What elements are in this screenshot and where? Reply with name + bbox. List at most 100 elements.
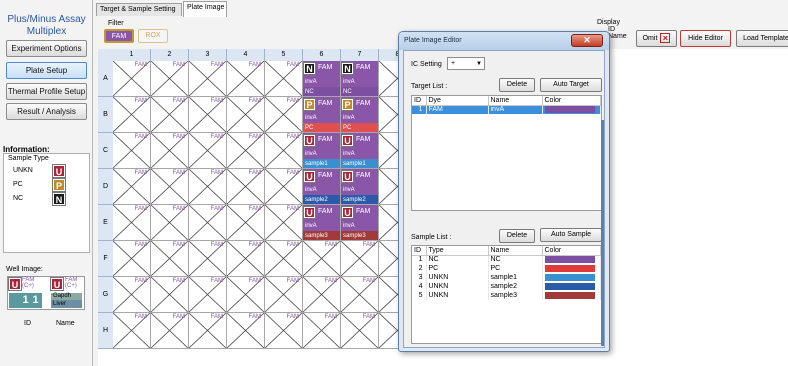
plate-well[interactable]: FAM <box>189 97 227 133</box>
plate-well[interactable]: FAM <box>113 97 151 133</box>
plate-well[interactable]: FAM <box>265 277 303 313</box>
plate-well[interactable]: FAM <box>113 169 151 205</box>
dialog-titlebar[interactable]: Plate Image Editor ✕ <box>399 32 609 50</box>
plate-well[interactable]: FAM <box>113 61 151 97</box>
plate-well[interactable]: FAM <box>341 277 379 313</box>
filter-fam-button[interactable]: FAM <box>104 29 134 43</box>
plate-well[interactable]: FAM <box>151 133 189 169</box>
column-header[interactable]: 4 <box>227 49 265 61</box>
plate-well[interactable]: FAM <box>151 61 189 97</box>
sample-color-cell[interactable] <box>542 291 601 300</box>
column-header[interactable]: 2 <box>151 49 189 61</box>
plate-well[interactable]: FAM <box>303 313 341 349</box>
row-header[interactable]: E <box>98 205 113 241</box>
table-row[interactable]: 4 UNKN sample2 <box>412 282 601 291</box>
plate-well[interactable]: FAM <box>151 277 189 313</box>
plate-well[interactable]: FAM <box>265 61 303 97</box>
plate-well[interactable]: N FAM invA NC <box>303 61 341 97</box>
plate-well[interactable]: FAM <box>151 205 189 241</box>
column-header[interactable]: 3 <box>189 49 227 61</box>
target-header-name[interactable]: Name <box>488 96 543 106</box>
plate-well[interactable]: U FAM invA sample2 <box>303 169 341 205</box>
sample-color-cell[interactable] <box>542 273 601 282</box>
plate-well[interactable]: FAM <box>113 241 151 277</box>
plate-well[interactable]: FAM <box>265 241 303 277</box>
plate-well[interactable]: FAM <box>151 241 189 277</box>
table-row[interactable]: 1 FAM invA <box>412 105 601 114</box>
row-header[interactable]: B <box>98 97 113 133</box>
dialog-scrollbar[interactable] <box>601 120 604 346</box>
plate-well[interactable]: U FAM invA sample1 <box>341 133 379 169</box>
nav-experiment-options-button[interactable]: Experiment Options <box>6 40 87 57</box>
sample-header-id[interactable]: ID <box>412 246 427 256</box>
tab-plate-image[interactable]: Plate Image <box>183 1 227 17</box>
column-header[interactable]: 7 <box>341 49 379 61</box>
table-row[interactable]: 1 NC NC <box>412 255 601 264</box>
plate-well[interactable]: FAM <box>189 313 227 349</box>
plate-well[interactable]: FAM <box>227 169 265 205</box>
target-delete-button[interactable]: Delete <box>499 78 535 92</box>
sample-list-table[interactable]: ID Type Name Color 1 NC NC 2 PC PC 3 UNKN sample… <box>411 245 602 344</box>
plate-well[interactable]: FAM <box>227 61 265 97</box>
target-color-cell[interactable] <box>542 105 601 114</box>
omit-button[interactable]: Omit × <box>636 30 677 47</box>
plate-well[interactable]: N FAM invA NC <box>341 61 379 97</box>
plate-well[interactable]: FAM <box>341 313 379 349</box>
target-header-dye[interactable]: Dye <box>426 96 489 106</box>
sample-header-name[interactable]: Name <box>488 246 543 256</box>
plate-well[interactable]: FAM <box>151 169 189 205</box>
plate-well[interactable]: FAM <box>265 97 303 133</box>
row-header[interactable]: C <box>98 133 113 169</box>
plate-well[interactable]: FAM <box>189 133 227 169</box>
plate-well[interactable]: FAM <box>113 205 151 241</box>
close-icon[interactable]: ✕ <box>571 34 603 47</box>
plate-well[interactable]: FAM <box>227 97 265 133</box>
plate-well[interactable]: U FAM invA sample1 <box>303 133 341 169</box>
plate-well[interactable]: FAM <box>265 313 303 349</box>
plate-well[interactable]: FAM <box>227 241 265 277</box>
plate-well[interactable]: FAM <box>341 241 379 277</box>
plate-well[interactable]: FAM <box>189 241 227 277</box>
auto-target-button[interactable]: Auto Target <box>540 78 602 92</box>
plate-well[interactable]: FAM <box>113 133 151 169</box>
plate-well[interactable]: FAM <box>227 133 265 169</box>
table-row[interactable]: 3 UNKN sample1 <box>412 273 601 282</box>
row-header[interactable]: A <box>98 61 113 97</box>
tab-target-sample-setting[interactable]: Target & Sample Setting <box>96 3 182 16</box>
plate-well[interactable]: FAM <box>113 313 151 349</box>
nav-thermal-profile-setup-button[interactable]: Thermal Profile Setup <box>6 83 87 100</box>
nav-plate-setup-button[interactable]: Plate Setup <box>6 62 87 79</box>
plate-well[interactable]: P FAM invA PC <box>303 97 341 133</box>
plate-well[interactable]: FAM <box>303 241 341 277</box>
row-header[interactable]: H <box>98 313 113 349</box>
sample-color-cell[interactable] <box>542 255 601 264</box>
table-row[interactable]: 2 PC PC <box>412 264 601 273</box>
plate-well[interactable]: P FAM invA PC <box>341 97 379 133</box>
plate-well[interactable]: U FAM invA sample3 <box>341 205 379 241</box>
target-header-color[interactable]: Color <box>542 96 601 106</box>
plate-well[interactable]: FAM <box>189 169 227 205</box>
plate-well[interactable]: FAM <box>265 133 303 169</box>
column-header[interactable]: 6 <box>303 49 341 61</box>
ic-setting-select[interactable]: + ▼ <box>447 57 485 70</box>
plate-well[interactable]: FAM <box>265 205 303 241</box>
plate-well[interactable]: U FAM invA sample2 <box>341 169 379 205</box>
sample-header-color[interactable]: Color <box>542 246 601 256</box>
column-header[interactable]: 1 <box>113 49 151 61</box>
plate-well[interactable]: FAM <box>303 277 341 313</box>
plate-well[interactable]: FAM <box>189 205 227 241</box>
auto-sample-button[interactable]: Auto Sample <box>540 228 602 242</box>
column-header[interactable]: 5 <box>265 49 303 61</box>
row-header[interactable]: F <box>98 241 113 277</box>
filter-rox-button[interactable]: ROX <box>138 29 168 43</box>
target-header-id[interactable]: ID <box>412 96 427 106</box>
plate-well[interactable]: FAM <box>189 61 227 97</box>
plate-well[interactable]: FAM <box>227 277 265 313</box>
table-row[interactable]: 5 UNKN sample3 <box>412 291 601 300</box>
plate-well[interactable]: FAM <box>113 277 151 313</box>
sample-delete-button[interactable]: Delete <box>499 229 535 243</box>
plate-well[interactable]: U FAM invA sample3 <box>303 205 341 241</box>
sample-color-cell[interactable] <box>542 264 601 273</box>
plate-well[interactable]: FAM <box>189 277 227 313</box>
plate-well[interactable]: FAM <box>151 313 189 349</box>
